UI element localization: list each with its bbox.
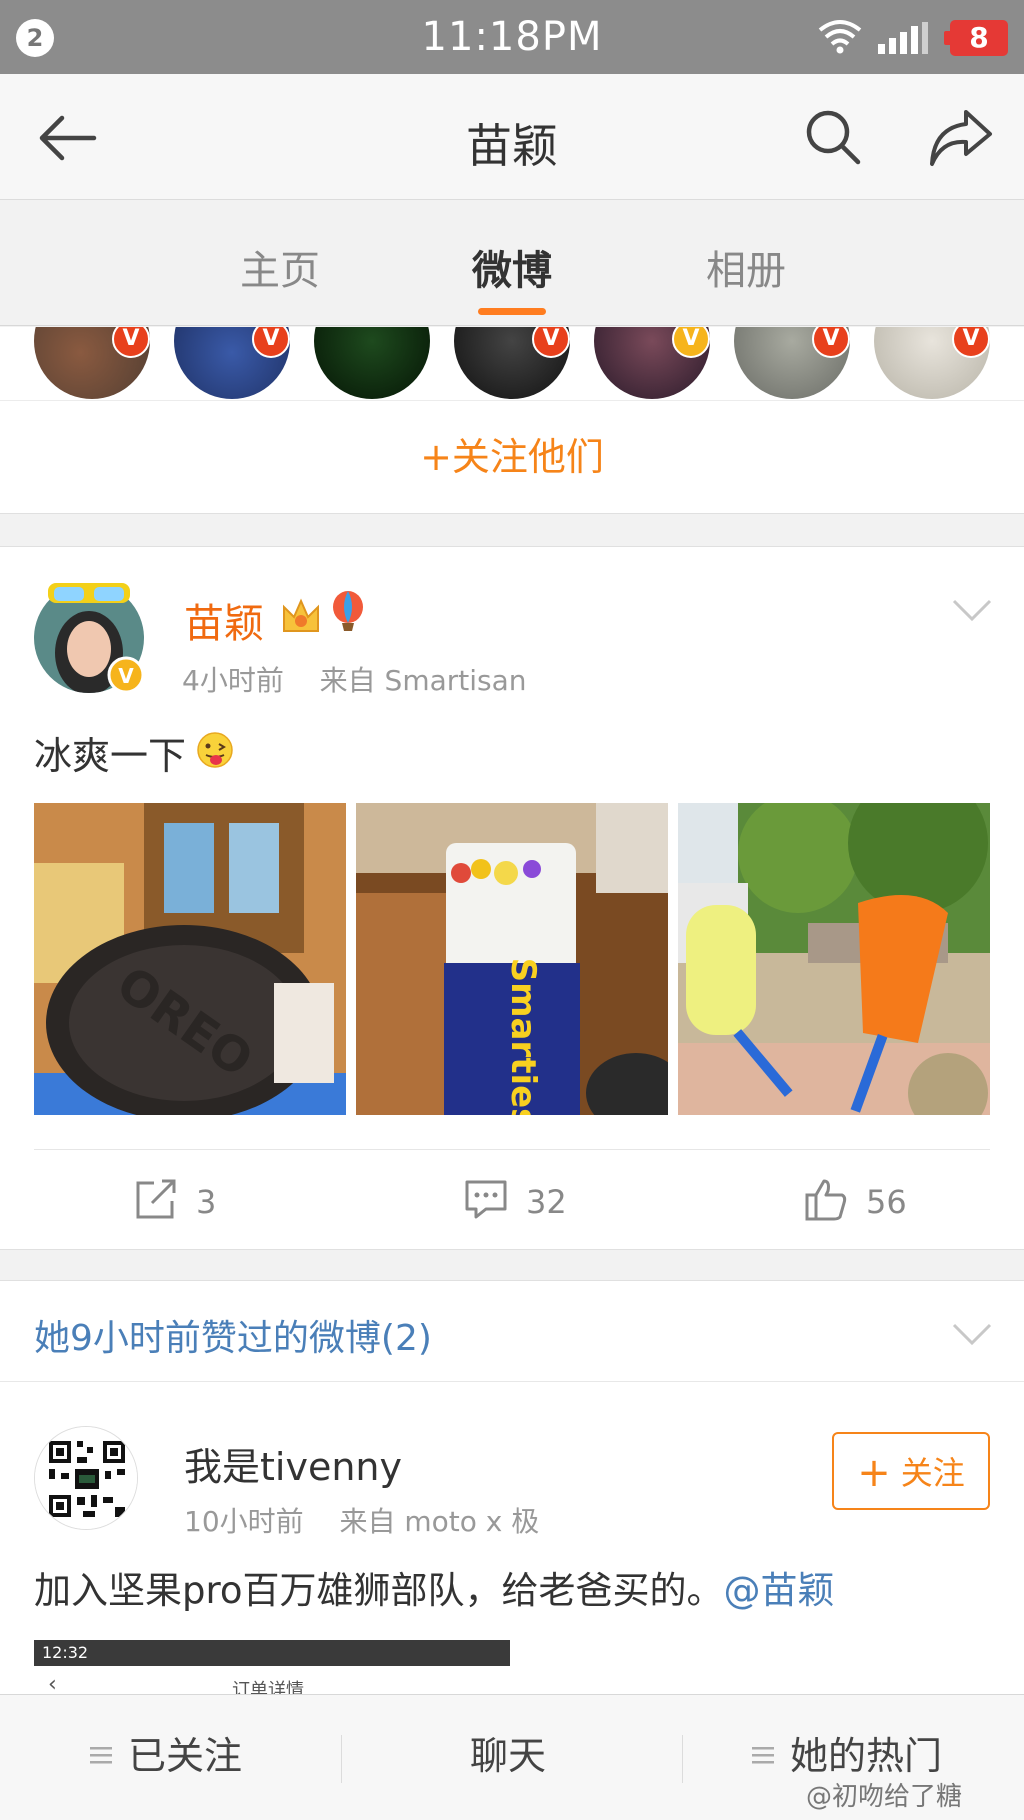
recommended-avatar[interactable] bbox=[314, 327, 430, 399]
liked-post-text: 加入坚果pro百万雄狮部队，给老爸买的。@苗颖 bbox=[34, 1560, 835, 1614]
chat-button[interactable]: 聊天 bbox=[470, 1695, 546, 1820]
profile-tabs: 主页 微博 相册 bbox=[0, 200, 1024, 326]
divider bbox=[34, 1149, 990, 1150]
liked-post: 我是tivenny 10小时前 来自 moto x 极 + 关注 加入坚果pro百… bbox=[0, 1382, 1024, 1694]
tab-weibo[interactable]: 微博 bbox=[432, 238, 592, 296]
follow-them-button[interactable]: +关注他们 bbox=[0, 400, 1024, 514]
status-bar: 2 11:18PM 8 bbox=[0, 0, 1024, 74]
liked-posts-section-header[interactable]: 她9小时前赞过的微博(2) bbox=[0, 1280, 1024, 1382]
screenshot-time: 12:32 bbox=[42, 1643, 89, 1662]
search-icon[interactable] bbox=[804, 108, 864, 168]
follow-button-label: 关注 bbox=[900, 1454, 965, 1492]
liked-post-author[interactable]: 我是tivenny bbox=[184, 1436, 402, 1491]
liked-post-meta: 10小时前 来自 moto x 极 bbox=[184, 1500, 539, 1540]
status-time: 11:18PM bbox=[421, 14, 603, 60]
share-icon[interactable] bbox=[926, 106, 994, 170]
post-photo[interactable]: OREO bbox=[34, 803, 346, 1115]
post-photo[interactable]: Smarties bbox=[356, 803, 668, 1115]
plus-icon: + bbox=[857, 1450, 891, 1496]
follow-button[interactable]: + 关注 bbox=[832, 1432, 990, 1510]
author-avatar[interactable]: V bbox=[34, 583, 144, 693]
post-time: 4小时前 bbox=[182, 664, 284, 697]
repost-count: 3 bbox=[196, 1183, 217, 1221]
svg-text:V: V bbox=[118, 664, 134, 688]
vip-crown-icon bbox=[283, 598, 319, 632]
liked-post-time: 10小时前 bbox=[184, 1505, 304, 1538]
like-count: 56 bbox=[866, 1183, 907, 1221]
tongue-emoji-icon bbox=[197, 732, 233, 768]
post-photo[interactable] bbox=[678, 803, 990, 1115]
liked-post-source: 来自 moto x 极 bbox=[339, 1505, 540, 1538]
wifi-icon bbox=[818, 20, 862, 54]
divider bbox=[341, 1735, 342, 1783]
menu-icon bbox=[90, 1746, 112, 1763]
comment-icon bbox=[465, 1180, 507, 1219]
tab-album[interactable]: 相册 bbox=[666, 238, 826, 296]
recommended-users-strip: V V V V V V bbox=[0, 327, 1024, 400]
comment-count: 32 bbox=[526, 1183, 567, 1221]
her-hot-label: 她的热门 bbox=[790, 1734, 943, 1778]
chevron-down-icon[interactable] bbox=[950, 595, 994, 625]
signal-icon bbox=[878, 22, 928, 54]
followed-label: 已关注 bbox=[128, 1734, 243, 1778]
active-tab-indicator bbox=[478, 308, 546, 315]
followed-button[interactable]: 已关注 bbox=[90, 1695, 242, 1820]
balloon-icon bbox=[333, 591, 363, 631]
author-name[interactable]: 苗颖 bbox=[184, 591, 264, 649]
watermark-text: @初吻给了糖 bbox=[806, 1782, 963, 1812]
repost-icon bbox=[136, 1179, 176, 1219]
post-screenshot-image[interactable]: 12:32 ‹ 订单详情 bbox=[34, 1640, 510, 1694]
weibo-post: V 苗颖 4小时前 来自 Smartisan 冰爽一下 OREO Smartie… bbox=[0, 546, 1024, 1250]
post-text: 冰爽一下 bbox=[34, 734, 187, 778]
liked-post-body: 加入坚果pro百万雄狮部队，给老爸买的。 bbox=[34, 1569, 724, 1612]
post-meta: 4小时前 来自 Smartisan bbox=[182, 659, 527, 699]
battery-indicator: 8 bbox=[944, 20, 1008, 56]
chevron-down-icon[interactable] bbox=[950, 1319, 994, 1349]
thumbs-up-icon bbox=[805, 1179, 847, 1221]
liked-section-title: 她9小时前赞过的微博(2) bbox=[34, 1318, 432, 1359]
tab-home[interactable]: 主页 bbox=[200, 238, 360, 296]
qr-code-avatar[interactable] bbox=[34, 1426, 138, 1530]
screenshot-status-bar: 12:32 bbox=[34, 1640, 510, 1666]
top-nav-bar: 苗颖 bbox=[0, 74, 1024, 200]
screenshot-title: 订单详情 bbox=[232, 1680, 304, 1694]
mention-link[interactable]: @苗颖 bbox=[724, 1569, 835, 1612]
divider bbox=[682, 1735, 683, 1783]
back-arrow-icon: ‹ bbox=[48, 1672, 57, 1694]
post-source: 来自 Smartisan bbox=[319, 664, 527, 697]
page-title: 苗颖 bbox=[466, 119, 558, 173]
menu-icon bbox=[752, 1746, 774, 1763]
svg-text:Smarties: Smarties bbox=[503, 958, 543, 1115]
